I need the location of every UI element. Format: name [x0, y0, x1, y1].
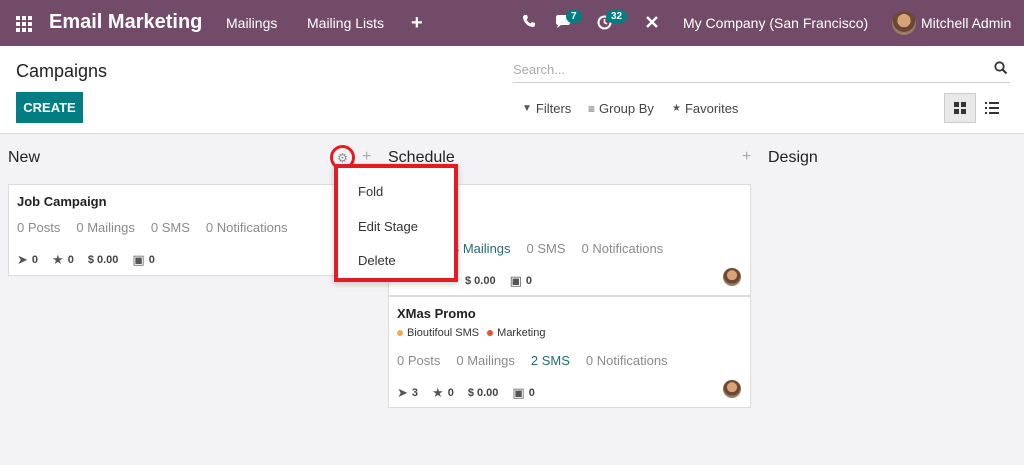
card-metrics: ➤ 3 ★ 0 $ 0.00 ▣ 0 — [397, 385, 535, 401]
star-icon: ★ — [52, 252, 64, 267]
messages-badge: 7 — [566, 10, 582, 23]
responsible-avatar[interactable] — [723, 268, 741, 286]
search-input[interactable] — [513, 57, 983, 81]
responsible-avatar[interactable] — [723, 380, 741, 398]
stat-sms[interactable]: 2 SMS — [531, 353, 570, 368]
metric-cost: ▣ 0 — [510, 273, 532, 289]
priority-value: 0 — [447, 387, 454, 399]
menu-mailings[interactable]: Mailings — [226, 15, 277, 31]
favorites-button[interactable]: ★ Favorites — [672, 101, 738, 116]
revenue-value: $ 0.00 — [87, 254, 119, 266]
metric-priority: ★ 0 — [432, 385, 454, 401]
money-icon: ▣ — [132, 252, 145, 267]
card-stats: 0 Posts 0 Mailings 2 SMS 0 Notifications — [397, 353, 668, 368]
card-stats: 0 Posts 0 Mailings 0 SMS 0 Notifications — [17, 220, 288, 235]
star-icon: ★ — [432, 385, 444, 400]
card-metrics: ➤ 0 ★ 0 $ 0.00 ▣ 0 — [17, 252, 155, 268]
search-box — [513, 57, 1010, 83]
filter-icon: ▼ — [522, 103, 532, 114]
list-view-icon — [985, 102, 999, 114]
metric-cost: ▣ 0 — [132, 252, 154, 268]
app-brand[interactable]: Email Marketing — [49, 11, 202, 34]
user-menu[interactable]: Mitchell Admin — [921, 15, 1011, 31]
revenue-value: $ 0.00 — [467, 387, 499, 399]
stat-mailings[interactable]: 0 Mailings — [456, 353, 515, 368]
tag-bioutifoul-sms: Bioutifoul SMS — [397, 327, 479, 339]
stat-posts[interactable]: 0 Posts — [17, 220, 60, 235]
stat-notifications[interactable]: 0 Notifications — [586, 353, 668, 368]
activities-badge: 32 — [606, 10, 628, 23]
clicks-value: 0 — [31, 254, 39, 266]
kanban-card-xmas-promo[interactable]: XMas Promo Bioutifoul SMS Marketing 0 Po… — [388, 296, 751, 408]
card-tags: Bioutifoul SMS Marketing — [397, 327, 545, 339]
list-view-button[interactable] — [976, 93, 1008, 123]
card-title: Job Campaign — [17, 194, 107, 209]
company-switcher[interactable]: My Company (San Francisco) — [683, 15, 868, 31]
stat-sms[interactable]: 0 SMS — [527, 241, 566, 256]
filters-label: Filters — [535, 101, 572, 116]
money-icon: ▣ — [509, 273, 522, 288]
column-title-new[interactable]: New — [8, 149, 40, 167]
create-button[interactable]: CREATE — [16, 92, 83, 123]
tag-marketing: Marketing — [487, 327, 545, 339]
metric-revenue: $ 0.00 — [88, 254, 119, 266]
top-navbar: Email Marketing Mailings Mailing Lists +… — [0, 0, 1024, 46]
cost-value: 0 — [528, 387, 535, 399]
stat-mailings[interactable]: 3 Mailings — [452, 241, 511, 256]
menu-item-edit-stage[interactable]: Edit Stage — [358, 219, 418, 234]
menu-mailing-lists[interactable]: Mailing Lists — [307, 15, 384, 31]
metric-clicks: ➤ 0 — [17, 252, 38, 268]
tag-color-dot — [397, 330, 403, 336]
menu-item-delete[interactable]: Delete — [358, 253, 396, 268]
cost-value: 0 — [148, 254, 155, 266]
metric-clicks: ➤ 3 — [397, 385, 418, 401]
tag-color-dot — [487, 330, 494, 336]
stat-posts[interactable]: 0 Posts — [397, 353, 440, 368]
cost-value: 0 — [525, 275, 533, 287]
cursor-icon: ➤ — [17, 252, 28, 267]
stat-mailings[interactable]: 0 Mailings — [76, 220, 135, 235]
plus-icon[interactable]: + — [411, 12, 423, 35]
clicks-value: 3 — [411, 387, 419, 399]
group-by-button[interactable]: ≡ Group By — [588, 101, 654, 116]
tag-label: Marketing — [497, 327, 546, 339]
user-avatar[interactable] — [892, 11, 916, 35]
close-icon[interactable] — [645, 15, 659, 33]
search-icon[interactable] — [994, 61, 1008, 75]
card-title: XMas Promo — [397, 306, 476, 321]
filters-button[interactable]: ▼ Filters — [522, 101, 571, 116]
metric-cost: ▣ 0 — [512, 385, 534, 401]
phone-icon[interactable] — [522, 14, 536, 32]
favorites-label: Favorites — [684, 101, 739, 116]
kanban-view-button[interactable] — [944, 93, 976, 123]
kanban-card-job-campaign[interactable]: Job Campaign 0 Posts 0 Mailings 0 SMS 0 … — [8, 184, 344, 276]
metric-priority: ★ 0 — [52, 252, 74, 268]
card-stats: 3 Mailings 0 SMS 0 Notifications — [452, 241, 663, 256]
money-icon: ▣ — [512, 385, 525, 400]
star-icon: ★ — [672, 103, 681, 114]
page-title: Campaigns — [16, 61, 108, 81]
stage-options-menu: Fold Edit Stage Delete — [334, 164, 458, 282]
metric-revenue: $ 0.00 — [468, 387, 499, 399]
group-by-label: Group By — [599, 101, 654, 116]
gear-icon[interactable]: ⚙ — [337, 152, 348, 164]
menu-item-fold[interactable]: Fold — [358, 184, 383, 199]
column-schedule-add-icon[interactable]: + — [742, 148, 751, 166]
kanban-view-icon — [954, 102, 966, 114]
priority-value: 0 — [67, 254, 74, 266]
stat-sms[interactable]: 0 SMS — [151, 220, 190, 235]
control-panel: Campaigns CREATE ▼ Filters ≡ Group By ★ … — [0, 46, 1024, 134]
revenue-value: $ 0.00 — [465, 275, 496, 287]
stat-notifications[interactable]: 0 Notifications — [582, 241, 664, 256]
stat-notifications[interactable]: 0 Notifications — [206, 220, 288, 235]
tag-label: Bioutifoul SMS — [407, 327, 480, 339]
column-title-design[interactable]: Design — [768, 149, 818, 167]
apps-menu-icon[interactable] — [16, 16, 32, 32]
bars-icon: ≡ — [588, 101, 596, 116]
card-metrics: $ 0.00 ▣ 0 — [465, 273, 532, 289]
metric-revenue: $ 0.00 — [465, 275, 496, 287]
cursor-icon: ➤ — [397, 385, 408, 400]
